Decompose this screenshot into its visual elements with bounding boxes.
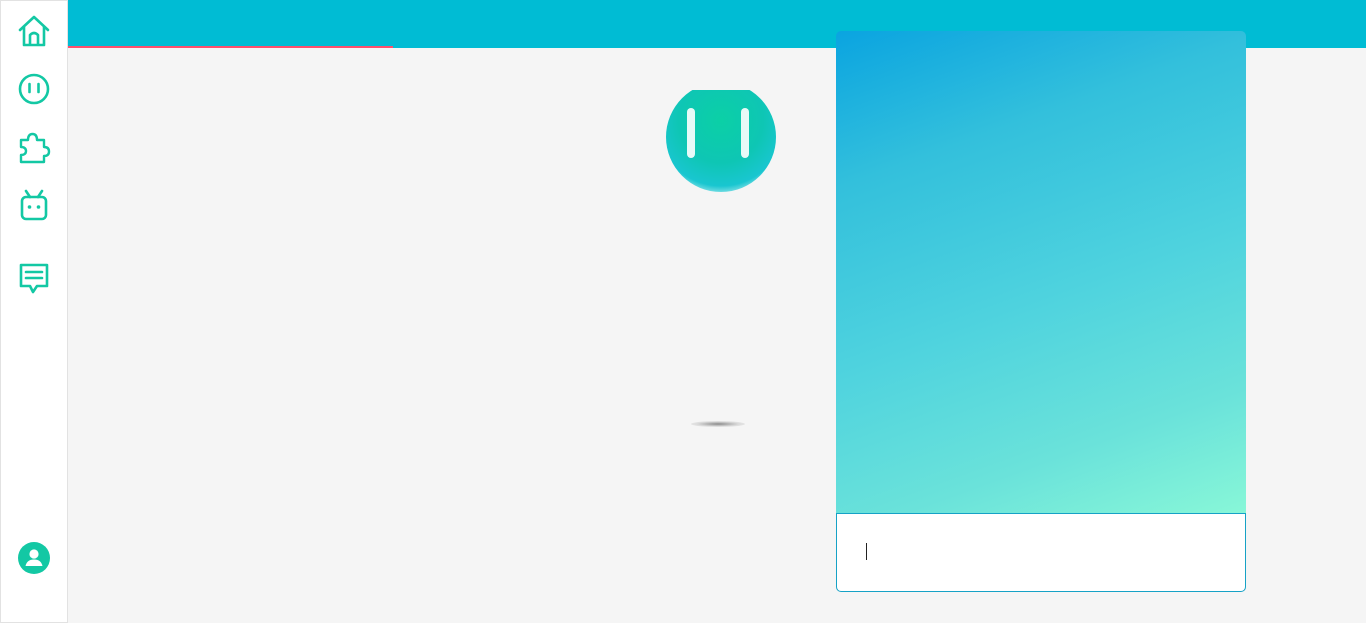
sidebar-item-bot[interactable] (14, 185, 54, 225)
robot-head (666, 90, 776, 192)
user-avatar-button[interactable] (14, 538, 54, 578)
sidebar-item-chat[interactable] (14, 258, 54, 298)
chat-panel (836, 31, 1246, 592)
home-icon (18, 15, 50, 47)
message-icon (19, 263, 49, 294)
loading-progress-bar (68, 46, 393, 48)
robot-shadow (691, 421, 745, 427)
tv-bot-icon (20, 189, 48, 221)
sidebar (0, 0, 68, 623)
robot-left-eye (687, 108, 695, 158)
sidebar-item-power[interactable] (14, 69, 54, 109)
outlet-icon (18, 73, 50, 105)
puzzle-icon (19, 132, 51, 164)
sidebar-item-home[interactable] (14, 11, 54, 51)
user-icon (18, 542, 50, 574)
sidebar-item-plugins[interactable] (14, 127, 54, 167)
chat-input[interactable] (836, 513, 1246, 592)
chat-message-area (836, 31, 1246, 514)
text-caret (866, 543, 867, 560)
robot-right-eye (741, 108, 749, 158)
